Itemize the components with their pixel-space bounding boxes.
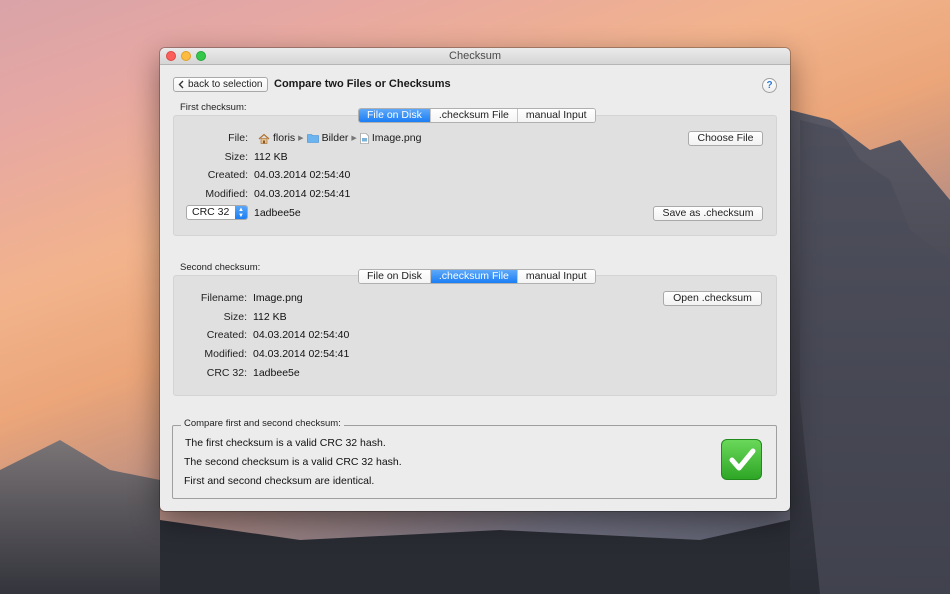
chevron-left-icon [178, 80, 184, 89]
tab-file-on-disk[interactable]: File on Disk [359, 270, 431, 283]
back-to-selection-button[interactable]: back to selection [173, 77, 268, 92]
check-icon [721, 439, 762, 480]
chevron-up-down-icon: ▲ ▼ [235, 206, 247, 219]
compare-line-first: The first checksum is a valid CRC 32 has… [185, 437, 386, 449]
image-file-icon [360, 132, 369, 144]
checksum-window: Checksum back to selection Compare two F… [160, 48, 790, 511]
path-separator-icon: ▶ [351, 135, 357, 142]
second-filename-value: Image.png [253, 292, 303, 304]
second-created-value: 04.03.2014 02:54:40 [253, 329, 350, 341]
compare-legend: Compare first and second checksum: [181, 418, 344, 429]
second-size-value: 112 KB [253, 311, 287, 323]
file-label: File: [228, 132, 248, 144]
zoom-window-button[interactable] [196, 51, 206, 61]
modified-label: Modified: [204, 348, 247, 360]
compare-line-identical: First and second checksum are identical. [184, 475, 375, 487]
created-label: Created: [207, 169, 248, 181]
size-label: Size: [224, 151, 248, 163]
minimize-window-button[interactable] [181, 51, 191, 61]
filename-label: Filename: [200, 292, 247, 304]
path-separator-icon: ▶ [298, 135, 304, 142]
file-path[interactable]: floris ▶ Bilder ▶ Image.png [258, 132, 421, 144]
algorithm-select-value: CRC 32 [192, 206, 230, 218]
algorithm-select[interactable]: CRC 32 ▲ ▼ [186, 205, 248, 220]
second-modified-value: 04.03.2014 02:54:41 [253, 348, 350, 360]
first-size-value: 112 KB [254, 151, 288, 163]
size-label: Size: [223, 311, 247, 323]
compare-line-second: The second checksum is a valid CRC 32 ha… [184, 456, 402, 468]
path-segment-home: floris [273, 132, 296, 144]
path-segment-folder: Bilder [321, 132, 349, 144]
crc-label: CRC 32: [206, 367, 247, 379]
folder-icon [306, 134, 319, 143]
save-as-checksum-button[interactable]: Save as .checksum [653, 206, 763, 221]
path-segment-file: Image.png [371, 132, 422, 144]
first-modified-value: 04.03.2014 02:54:41 [254, 188, 351, 200]
tab-checksum-file[interactable]: .checksum File [430, 270, 518, 283]
first-checksum-value: 1adbee5e [254, 207, 301, 219]
first-checksum-label: First checksum: [180, 102, 247, 113]
tab-manual-input[interactable]: manual Input [517, 109, 595, 122]
help-button[interactable]: ? [762, 78, 777, 93]
tab-file-on-disk[interactable]: File on Disk [359, 109, 431, 122]
open-checksum-button[interactable]: Open .checksum [663, 291, 762, 306]
first-source-tabs: File on Disk .checksum File manual Input [358, 108, 596, 123]
close-window-button[interactable] [166, 51, 176, 61]
page-title: Compare two Files or Checksums [274, 78, 451, 90]
back-button-label: back to selection [188, 79, 263, 90]
tab-checksum-file[interactable]: .checksum File [430, 109, 518, 122]
title-bar: Checksum [160, 48, 790, 65]
window-title: Checksum [449, 50, 501, 62]
modified-label: Modified: [205, 188, 248, 200]
first-created-value: 04.03.2014 02:54:40 [254, 169, 351, 181]
created-label: Created: [206, 329, 247, 341]
choose-file-button[interactable]: Choose File [688, 131, 763, 146]
tab-manual-input[interactable]: manual Input [517, 270, 595, 283]
home-icon [258, 133, 270, 144]
second-source-tabs: File on Disk .checksum File manual Input [358, 269, 596, 284]
second-crc-value: 1adbee5e [253, 367, 300, 379]
second-checksum-label: Second checksum: [180, 262, 261, 273]
